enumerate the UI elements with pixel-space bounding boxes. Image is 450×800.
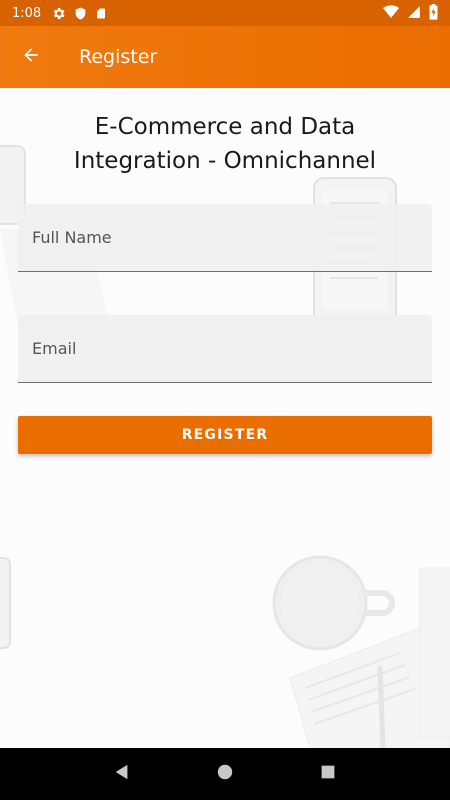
app-bar: Register <box>0 26 450 88</box>
wifi-icon <box>383 4 399 22</box>
heading-line-2: Integration - Omnichannel <box>73 148 377 174</box>
settings-icon <box>51 6 66 21</box>
page-title: Register <box>79 46 158 68</box>
status-time: 1:08 <box>12 5 42 21</box>
back-triangle-icon <box>113 763 131 786</box>
nav-home-button[interactable] <box>205 754 245 794</box>
heading-line-1: E-Commerce and Data <box>94 114 356 140</box>
status-bar: 1:08 <box>0 0 450 26</box>
battery-charging-icon <box>429 3 438 23</box>
register-form: E-Commerce and Data Integration - Omnich… <box>0 88 450 748</box>
home-circle-icon <box>216 763 234 786</box>
recents-square-icon <box>320 764 336 785</box>
nav-back-button[interactable] <box>102 754 142 794</box>
nav-recents-button[interactable] <box>308 754 348 794</box>
email-input[interactable] <box>18 315 432 382</box>
full-name-field <box>18 204 432 272</box>
back-button[interactable] <box>0 26 62 88</box>
email-field <box>18 315 432 383</box>
shield-icon <box>74 6 87 21</box>
page-heading: E-Commerce and Data Integration - Omnich… <box>0 110 450 178</box>
signal-icon <box>407 5 421 22</box>
full-name-input[interactable] <box>18 204 432 271</box>
system-nav-bar <box>0 748 450 800</box>
register-button[interactable]: REGISTER <box>18 416 432 454</box>
arrow-back-icon <box>21 45 41 70</box>
sd-card-icon <box>95 6 107 21</box>
